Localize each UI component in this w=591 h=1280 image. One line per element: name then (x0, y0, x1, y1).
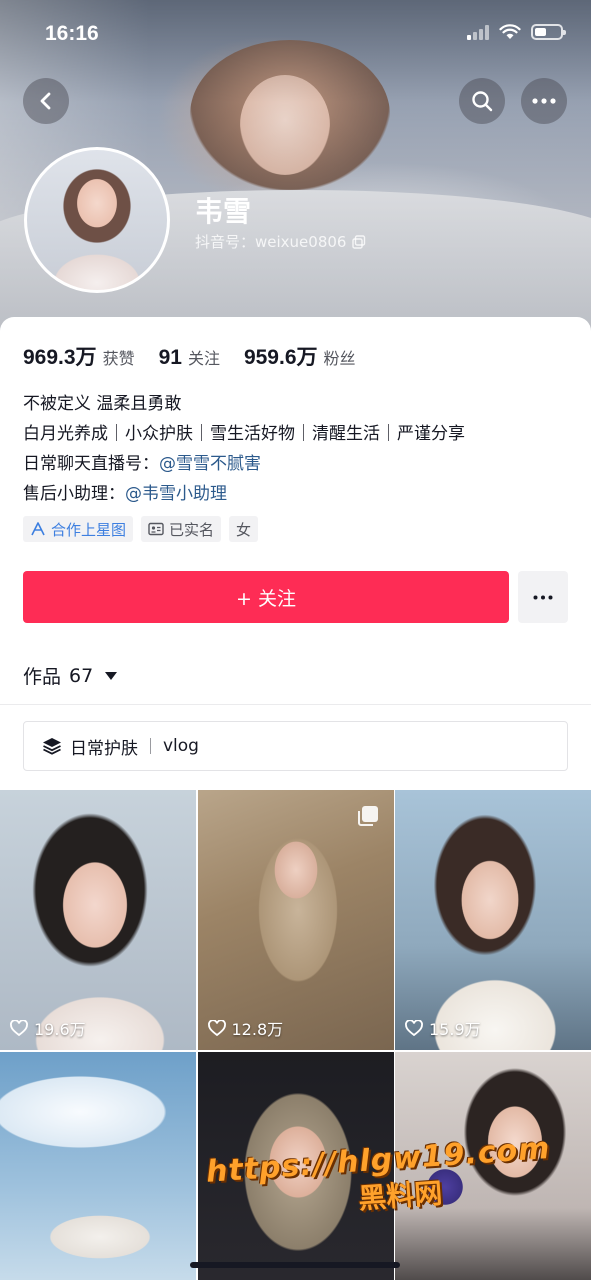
avatar[interactable] (24, 147, 170, 293)
search-button[interactable] (459, 78, 505, 124)
id-card-icon (148, 522, 164, 536)
mention-link[interactable]: @韦雪小助理 (125, 484, 227, 504)
divider (0, 704, 591, 705)
works-count: 67 (69, 664, 94, 687)
stat-label: 获赞 (102, 349, 135, 368)
star-map-tag[interactable]: 合作上星图 (23, 516, 134, 542)
works-tab[interactable]: 作品 67 (23, 662, 118, 689)
stat-value: 959.6万 (243, 346, 318, 369)
stat-following[interactable]: 91 关注 (159, 345, 220, 370)
more-dots-icon (533, 595, 553, 599)
bio: 不被定义 温柔且勇敢 白月光养成｜小众护肤｜雪生活好物｜清醒生活｜严谨分享 日常… (23, 389, 573, 509)
home-indicator[interactable] (190, 1262, 400, 1268)
heart-icon (405, 1020, 423, 1036)
follow-more-button[interactable] (518, 571, 568, 623)
signal-icon (467, 24, 489, 40)
stat-value: 969.3万 (23, 346, 97, 369)
follow-button[interactable]: + 关注 (23, 571, 509, 623)
tag-label: 合作上星图 (51, 520, 127, 539)
tag-label: 女 (236, 520, 252, 539)
like-count: 19.6万 (10, 1016, 86, 1040)
like-count: 12.8万 (207, 1016, 284, 1040)
stat-likes[interactable]: 969.3万 获赞 (23, 341, 135, 371)
bio-prefix: 售后小助理： (23, 484, 125, 504)
profile-name: 韦雪 (195, 195, 252, 228)
caret-down-icon (105, 671, 118, 680)
collection-entry[interactable]: 日常护肤 vlog (23, 721, 568, 771)
douyin-id-text: 抖音号：weixue0806 (195, 233, 347, 251)
like-count: 15.9万 (405, 1016, 481, 1040)
like-count-text: 15.9万 (429, 1020, 481, 1039)
search-icon (472, 91, 493, 112)
wifi-icon (499, 24, 521, 39)
multi-image-icon (357, 806, 378, 826)
gender-tag: 女 (229, 516, 259, 542)
douyin-id[interactable]: 抖音号：weixue0806 (195, 231, 366, 252)
bio-line: 白月光养成｜小众护肤｜雪生活好物｜清醒生活｜严谨分享 (23, 424, 465, 444)
battery-icon (531, 24, 566, 40)
mention-link[interactable]: @雪雪不腻害 (159, 454, 261, 474)
bio-line: 日常聊天直播号：@雪雪不腻害 (23, 449, 573, 479)
bio-prefix: 日常聊天直播号： (23, 454, 159, 474)
tag-label: 已实名 (169, 520, 215, 539)
stat-label: 关注 (187, 349, 220, 368)
video-grid: 19.6万 12.8万 15.9万 (0, 790, 591, 1280)
follow-label: + 关注 (236, 587, 296, 610)
collection-name: 日常护肤 (70, 738, 138, 759)
video-thumbnail[interactable] (197, 1052, 394, 1280)
star-map-icon (31, 522, 45, 536)
collection-sub: vlog (163, 736, 199, 756)
stat-followers[interactable]: 959.6万 粉丝 (244, 341, 356, 371)
video-thumbnail[interactable]: 12.8万 (197, 790, 394, 1050)
video-thumbnail[interactable]: 19.6万 (0, 790, 196, 1050)
bio-line: 售后小助理：@韦雪小助理 (23, 479, 573, 509)
back-button[interactable] (23, 78, 69, 124)
separator (150, 738, 151, 754)
stats-row: 969.3万 获赞 91 关注 959.6万 粉丝 (23, 341, 356, 371)
video-thumbnail[interactable] (0, 1052, 196, 1280)
bio-line: 不被定义 温柔且勇敢 (23, 394, 182, 414)
stat-value: 91 (158, 346, 182, 369)
status-bar: 16:16 (0, 0, 591, 70)
heart-icon (10, 1020, 28, 1036)
like-count-text: 19.6万 (34, 1020, 86, 1039)
video-thumbnail[interactable] (395, 1052, 591, 1280)
tag-row: 合作上星图 已实名 女 (23, 516, 259, 542)
heart-icon (207, 1020, 226, 1036)
more-dots-icon (532, 98, 556, 104)
profile-card: 969.3万 获赞 91 关注 959.6万 粉丝 不被定义 温柔且勇敢 白月光… (0, 317, 591, 787)
works-label: 作品 (23, 666, 62, 688)
like-count-text: 12.8万 (231, 1020, 284, 1039)
chevron-left-icon (40, 92, 51, 110)
copy-icon[interactable] (352, 234, 366, 249)
video-thumbnail[interactable]: 15.9万 (395, 790, 591, 1050)
stat-label: 粉丝 (323, 349, 356, 368)
layers-icon (43, 738, 61, 755)
status-time: 16:16 (45, 22, 99, 45)
more-options-button[interactable] (521, 78, 567, 124)
verified-tag[interactable]: 已实名 (141, 516, 222, 542)
